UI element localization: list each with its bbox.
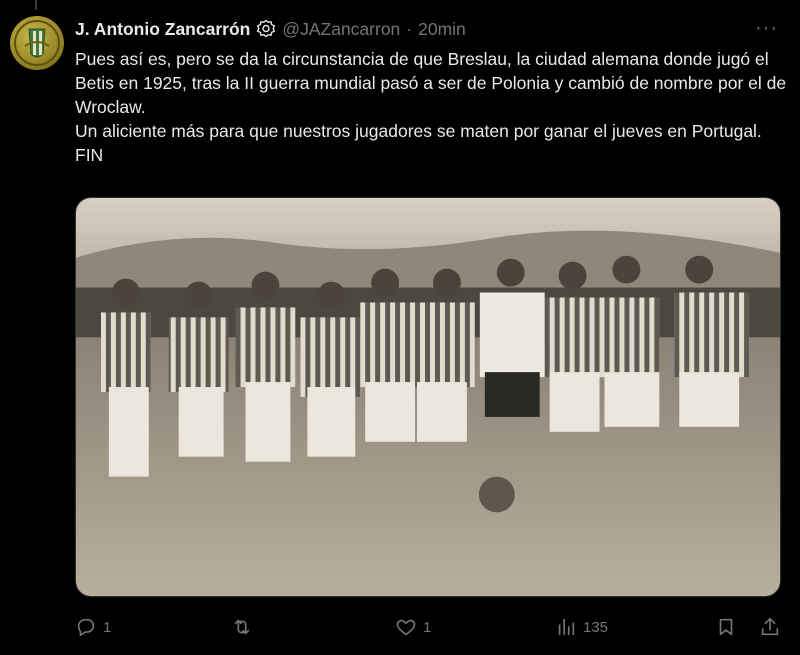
retweet-icon [234,619,250,635]
team-photo-image [76,198,780,596]
share-icon [761,617,779,636]
views-count: 135 [583,618,609,636]
views-button[interactable]: 135 [555,612,608,642]
tweet-photo[interactable] [75,197,781,597]
like-count: 1 [423,618,432,636]
bookmark-button[interactable] [715,612,737,642]
avatar[interactable] [10,16,64,70]
timestamp[interactable]: 20min [418,19,466,40]
retweet-button[interactable] [231,612,259,642]
share-button[interactable] [759,612,781,642]
header-separator: · [406,18,413,39]
tweet-text: Pues así es, pero se da la circunstancia… [75,47,790,167]
betis-crest-icon [14,20,60,66]
reply-icon [77,618,95,637]
author-name[interactable]: J. Antonio Zancarrón [75,19,250,40]
tweet-action-bar: 1 1 135 [75,612,783,642]
views-bar-icon [558,618,575,636]
like-button[interactable]: 1 [395,612,431,642]
tweet-paragraph-1: Pues así es, pero se da la circunstancia… [75,49,787,117]
heart-icon [396,619,416,636]
thread-connector-line [35,0,37,10]
verified-gear-icon [256,19,276,39]
reply-count: 1 [103,618,112,636]
tweet-paragraph-2: Un aliciente más para que nuestros jugad… [75,121,762,165]
bookmark-icon [719,618,733,636]
author-handle[interactable]: @JAZancarron [282,19,400,40]
tweet-header: J. Antonio Zancarrón @JAZancarron · 20mi… [75,16,466,42]
reply-button[interactable]: 1 [75,612,111,642]
more-options-button[interactable]: ··· [755,18,778,38]
